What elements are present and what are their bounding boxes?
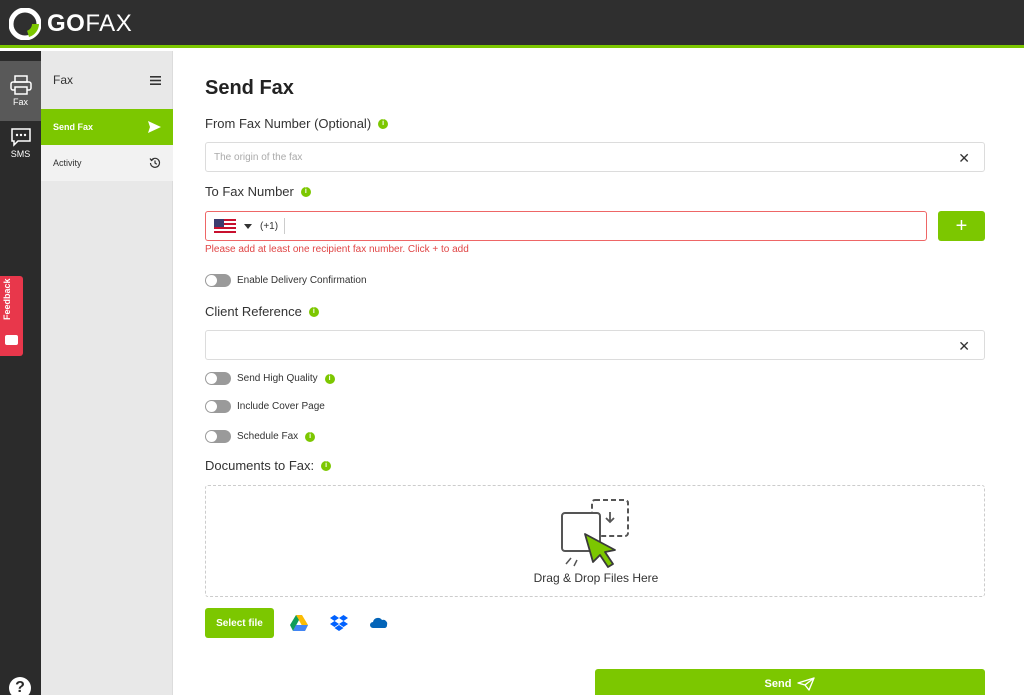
toggle-label: Send High Quality (237, 373, 318, 384)
from-fax-placeholder: The origin of the fax (214, 151, 303, 163)
logo-text: GOFAX (47, 10, 133, 37)
from-fax-label: From Fax Number (Optional) i (205, 116, 389, 131)
subnav-item-label: Activity (53, 158, 82, 168)
feedback-tab[interactable]: Feedback (0, 276, 23, 356)
dropzone-text: Drag & Drop Files Here (533, 571, 659, 585)
dropbox-icon[interactable] (330, 615, 348, 631)
chat-icon (10, 128, 31, 147)
add-recipient-button[interactable]: + (938, 211, 985, 241)
gofax-logo[interactable]: GOFAX (9, 8, 132, 40)
info-icon[interactable]: i (378, 118, 389, 129)
delivery-confirmation-row: Enable Delivery Confirmation (205, 274, 367, 287)
high-quality-toggle[interactable] (205, 372, 231, 385)
send-button-label: Send (764, 678, 792, 690)
printer-icon (9, 75, 32, 95)
select-file-button[interactable]: Select file (205, 608, 274, 638)
rail-item-label: Fax (12, 97, 28, 107)
subnav-title: Fax (53, 73, 74, 87)
subnav-item-send-fax[interactable]: Send Fax (41, 109, 173, 145)
rail-item-sms[interactable]: SMS (0, 113, 41, 173)
schedule-fax-toggle[interactable] (205, 430, 231, 443)
info-icon[interactable]: i (300, 186, 311, 197)
chevron-down-icon[interactable] (244, 223, 252, 229)
client-reference-input[interactable]: ✕ (205, 330, 985, 360)
from-fax-input[interactable]: The origin of the fax ✕ (205, 142, 985, 172)
paper-plane-icon (797, 677, 816, 691)
file-dropzone[interactable]: Drag & Drop Files Here (205, 485, 985, 597)
google-drive-icon[interactable] (290, 615, 308, 631)
rail-item-fax[interactable]: Fax (0, 61, 41, 121)
schedule-fax-row: Schedule Fax i (205, 430, 316, 443)
send-icon (148, 121, 161, 133)
feedback-icon (5, 335, 18, 345)
feedback-label: Feedback (2, 278, 12, 320)
onedrive-icon[interactable] (370, 615, 388, 631)
clear-icon[interactable]: ✕ (958, 338, 970, 355)
sub-nav: Fax Send Fax Activity (41, 51, 173, 695)
cover-page-toggle[interactable] (205, 400, 231, 413)
page-title: Send Fax (205, 77, 294, 99)
us-flag-icon[interactable] (214, 219, 236, 233)
subnav-item-activity[interactable]: Activity (41, 145, 173, 181)
gofax-logo-icon (9, 8, 41, 40)
subnav-header: Fax (41, 51, 173, 109)
dial-code: (+1) (260, 218, 286, 234)
info-icon[interactable]: i (324, 373, 335, 384)
toggle-label: Enable Delivery Confirmation (237, 275, 367, 286)
to-fax-label: To Fax Number i (205, 184, 311, 199)
to-fax-input[interactable]: (+1) (205, 211, 927, 241)
cover-page-row: Include Cover Page (205, 400, 325, 413)
drag-drop-icon (561, 499, 629, 568)
menu-icon[interactable] (150, 75, 161, 85)
history-icon (149, 157, 161, 168)
top-bar: GOFAX (0, 0, 1024, 48)
info-icon[interactable]: i (308, 306, 319, 317)
help-icon[interactable]: ? (9, 677, 31, 695)
delivery-confirmation-toggle[interactable] (205, 274, 231, 287)
toggle-label: Schedule Fax (237, 431, 299, 442)
rail-item-label: SMS (10, 149, 31, 159)
info-icon[interactable]: i (305, 431, 316, 442)
client-reference-label: Client Reference i (205, 304, 319, 319)
high-quality-row: Send High Quality i (205, 372, 335, 385)
to-fax-error: Please add at least one recipient fax nu… (205, 244, 469, 255)
info-icon[interactable]: i (321, 460, 332, 471)
left-rail: Fax SMS ? (0, 51, 41, 695)
clear-icon[interactable]: ✕ (958, 150, 970, 167)
toggle-label: Include Cover Page (237, 401, 325, 412)
subnav-item-label: Send Fax (53, 122, 94, 132)
send-button[interactable]: Send (595, 669, 985, 695)
documents-label: Documents to Fax: i (205, 458, 332, 473)
